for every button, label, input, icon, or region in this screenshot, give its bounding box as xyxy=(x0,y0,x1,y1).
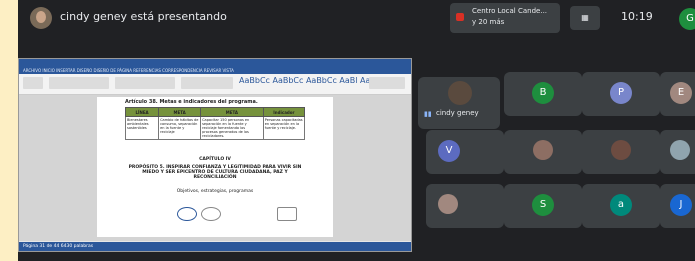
participant-tile[interactable] xyxy=(426,184,504,228)
participant-tile[interactable] xyxy=(582,130,660,174)
table-header: META xyxy=(158,107,202,117)
top-bar: cindy geney está presentando Centro Loca… xyxy=(18,0,695,38)
styles-group: AaBbCc AaBbCc AaBbCc AaBl AaB xyxy=(239,76,376,85)
shared-screen: ARCHIVO INICIO INSERTAR DISEÑO DISEÑO DE… xyxy=(18,58,412,252)
participant-avatar: V xyxy=(438,140,460,162)
participant-photo xyxy=(438,194,458,214)
participant-tile[interactable]: P xyxy=(582,72,660,116)
objectives-line: Objetivos, estrategias, programas xyxy=(176,189,254,194)
participant-tile[interactable] xyxy=(504,130,582,174)
chapter-title: CAPÍTULO IV xyxy=(199,157,231,162)
font-group xyxy=(49,77,109,89)
participant-tile[interactable] xyxy=(660,130,695,174)
meeting-name: Centro Local Cande... xyxy=(472,7,548,15)
participant-photo xyxy=(611,140,631,160)
participant-tile[interactable]: E xyxy=(660,72,695,116)
participant-tile[interactable]: V xyxy=(426,130,504,174)
paragraph-group xyxy=(181,77,233,89)
document-page: Artículo 38. Metas e indicadores del pro… xyxy=(97,97,333,237)
word-ribbon: AaBbCc AaBbCc AaBbCc AaBl AaB xyxy=(19,74,411,95)
paste-icon xyxy=(23,77,43,89)
speaker-avatar xyxy=(448,81,472,105)
table-cell: Capacitar 150 personas en separación en … xyxy=(200,116,264,140)
meet-stage: cindy geney está presentando Centro Loca… xyxy=(18,0,695,261)
participant-tile[interactable]: a xyxy=(582,184,660,228)
logos-row xyxy=(167,207,317,221)
participant-avatar: J xyxy=(670,194,692,216)
clock: 10:19 xyxy=(621,10,653,23)
participant-photo xyxy=(533,140,553,160)
speaker-name: cindy geney xyxy=(436,109,479,117)
participant-count: y 20 más xyxy=(472,18,505,26)
participant-tile[interactable]: J xyxy=(660,184,695,228)
participant-avatar: B xyxy=(532,82,554,104)
table-cell: Cambio de hábitos de consumo, separación… xyxy=(158,116,202,140)
participant-tile[interactable]: B xyxy=(504,72,582,116)
table-header: META xyxy=(200,107,264,117)
document-area: Artículo 38. Metas e indicadores del pro… xyxy=(19,95,411,241)
presenter-status: cindy geney está presentando xyxy=(60,10,227,23)
participant-grid: ▮▮ cindy geney B P E V S a J xyxy=(418,60,695,260)
article-heading: Artículo 38. Metas e indicadores del pro… xyxy=(125,99,258,105)
word-status-bar: Página 31 de 44 6430 palabras xyxy=(19,242,411,251)
logo-icon xyxy=(177,207,197,221)
account-avatar[interactable]: G xyxy=(679,8,695,30)
speaker-tile[interactable]: ▮▮ cindy geney xyxy=(418,77,500,129)
word-title-bar xyxy=(19,59,411,67)
participant-tile[interactable]: S xyxy=(504,184,582,228)
meeting-chip[interactable]: Centro Local Cande... y 20 más xyxy=(450,3,560,33)
editing-group xyxy=(369,77,405,89)
recording-icon xyxy=(456,13,464,21)
crest-icon xyxy=(277,207,297,221)
table-header: LÍNEA xyxy=(124,107,160,117)
goals-table: LÍNEA META META Indicador Bienestares am… xyxy=(124,107,306,140)
table-header: Indicador xyxy=(262,107,306,117)
chapter-subtitle: PROPÓSITO 5. INSPIRAR CONFIANZA Y LEGITI… xyxy=(128,165,302,180)
table-cell: Bienestares ambientales sostenibles xyxy=(124,116,160,140)
participant-avatar: a xyxy=(610,194,632,216)
layout-button[interactable]: ▦ xyxy=(570,6,600,30)
word-ribbon-tabs: ARCHIVO INICIO INSERTAR DISEÑO DISEÑO DE… xyxy=(19,67,411,74)
participant-avatar: S xyxy=(532,194,554,216)
participant-avatar: E xyxy=(670,82,692,104)
speaking-icon: ▮▮ xyxy=(424,110,432,118)
participant-avatar: P xyxy=(610,82,632,104)
font-format-group xyxy=(115,77,175,89)
participant-photo xyxy=(670,140,690,160)
presenter-avatar xyxy=(30,7,52,29)
seal-icon xyxy=(201,207,221,221)
table-cell: Personas capacitadas en separación en la… xyxy=(262,116,306,140)
